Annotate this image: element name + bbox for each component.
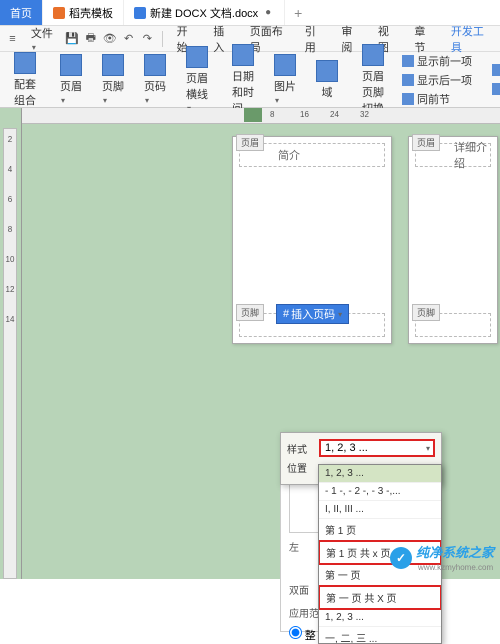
showprev-button[interactable]: 显示前一项 (398, 52, 476, 70)
header-tag: 页眉 (412, 134, 440, 151)
field-icon (316, 60, 338, 82)
style-select[interactable]: 1, 2, 3 ... ▾ (319, 439, 435, 457)
menu-file[interactable]: 文件▾ (23, 25, 62, 53)
ruler-tick: 14 (4, 315, 16, 324)
ribbon-toolbar: 配套组合 页眉▾ 页脚▾ 页码▾ 页眉横线▾ 日期和时间 图片▾ 域 页眉页脚切… (0, 52, 500, 108)
style-option[interactable]: 1, 2, 3 ... (319, 465, 441, 483)
combo-icon (14, 52, 36, 74)
style-option[interactable]: 第 一 页 共 X 页 (318, 585, 442, 610)
ruler-tick: 24 (330, 110, 339, 119)
pagenum-small-icon: # (283, 308, 289, 320)
whole-doc-radio[interactable] (289, 626, 302, 639)
hfswitch-icon (362, 44, 384, 66)
separator (162, 31, 163, 47)
footer-tag: 页脚 (412, 304, 440, 321)
watermark-text: 纯净系统之家 (416, 545, 494, 560)
menu-tab[interactable]: 开发工具 (443, 26, 496, 52)
insert-button[interactable]: 插入 (488, 80, 500, 98)
footer-icon (102, 54, 124, 76)
word-doc-icon (134, 7, 146, 19)
header-icon (60, 54, 82, 76)
page-body[interactable] (409, 173, 497, 307)
style-option[interactable]: - 1 -, - 2 -, - 3 -,... (319, 483, 441, 501)
page-2[interactable]: 页眉 详细介绍 页脚 (408, 136, 498, 344)
next-icon (402, 74, 414, 86)
hline-icon (186, 46, 208, 68)
tab-template-label: 稻壳模板 (69, 5, 113, 21)
style-label: 样式 (287, 441, 315, 456)
page-header-region[interactable]: 页眉 简介 (239, 143, 385, 167)
header-tag: 页眉 (236, 134, 264, 151)
link-icon (402, 93, 414, 105)
style-option[interactable]: 一, 二, 三 ... (319, 627, 441, 644)
picture-icon (274, 54, 296, 76)
ruler-tick: 6 (4, 195, 16, 204)
header-text: 简介 (278, 147, 300, 163)
pagenum-button[interactable]: 页码▾ (138, 52, 172, 108)
whole-label: 整 (305, 630, 316, 642)
hfopt-icon (492, 64, 500, 76)
vertical-ruler[interactable]: 2 4 6 8 10 12 14 (0, 108, 22, 579)
add-tab-button[interactable]: + (285, 0, 311, 25)
style-option[interactable]: I, II, III ... (319, 501, 441, 519)
style-option[interactable]: 1, 2, 3 ... (319, 609, 441, 627)
page-body[interactable] (233, 173, 391, 307)
ruler-tick: 10 (4, 255, 16, 264)
watermark: ✓ 纯净系统之家 www.kzmyhome.com (390, 542, 494, 573)
tab-home-label: 首页 (10, 5, 32, 21)
tab-document[interactable]: 新建 DOCX 文档.docx ● (124, 0, 285, 25)
save-icon[interactable]: 💾 (64, 29, 81, 49)
menu-tab[interactable]: 章节 (406, 26, 441, 52)
template-icon (53, 7, 65, 19)
close-icon[interactable]: ● (262, 7, 274, 19)
ruler-tick: 4 (4, 165, 16, 174)
ruler-tick: 2 (4, 135, 16, 144)
pos-label: 位置 (287, 460, 315, 475)
ruler-tick: 8 (4, 225, 16, 234)
pagenum-icon (144, 54, 166, 76)
combo-button[interactable]: 配套组合 (8, 50, 42, 110)
header-text: 详细介绍 (454, 139, 490, 171)
watermark-sub: www.kzmyhome.com (418, 563, 493, 572)
hline-button[interactable]: 页眉横线▾ (180, 44, 214, 116)
header-button[interactable]: 页眉▾ (54, 52, 88, 108)
preview-icon[interactable]: 👁 (101, 29, 118, 49)
workspace: 2 4 6 8 10 12 14 8 16 24 32 页眉 简介 页脚 # 插 (0, 108, 500, 579)
ruler-indent-marker[interactable] (244, 108, 262, 122)
undo-icon[interactable]: ↶ (120, 29, 137, 49)
redo-icon[interactable]: ↷ (139, 29, 156, 49)
footer-button[interactable]: 页脚▾ (96, 52, 130, 108)
footer-tag: 页脚 (236, 304, 264, 321)
page-footer-region[interactable]: 页脚 (415, 313, 491, 337)
ruler-tick: 8 (270, 110, 274, 119)
chevron-down-icon: ▾ (426, 444, 430, 453)
watermark-icon: ✓ (390, 547, 412, 569)
hfopt-button[interactable]: 页眉 (488, 61, 500, 79)
style-value: 1, 2, 3 ... (325, 442, 368, 454)
page-1[interactable]: 页眉 简介 页脚 # 插入页码▾ (232, 136, 392, 344)
tab-template[interactable]: 稻壳模板 (43, 0, 124, 25)
shownext-button[interactable]: 显示后一项 (398, 71, 476, 89)
page-footer-region[interactable]: 页脚 # 插入页码▾ (239, 313, 385, 337)
hfswitch-button[interactable]: 页眉页脚切换 (356, 42, 390, 118)
ruler-tick: 16 (300, 110, 309, 119)
page-header-region[interactable]: 页眉 详细介绍 (415, 143, 491, 167)
menu-app-icon[interactable]: ≡ (4, 29, 21, 49)
datetime-icon (232, 44, 254, 66)
style-option[interactable]: 第 1 页 (319, 519, 441, 541)
tab-document-label: 新建 DOCX 文档.docx (150, 5, 258, 21)
picture-button[interactable]: 图片▾ (268, 52, 302, 108)
insert-pagenum-button[interactable]: # 插入页码▾ (276, 304, 349, 324)
field-button[interactable]: 域 (310, 58, 344, 102)
horizontal-ruler[interactable]: 8 16 24 32 (22, 108, 500, 124)
insert-icon (492, 83, 500, 95)
tab-home[interactable]: 首页 (0, 0, 43, 25)
prev-icon (402, 55, 414, 67)
menu-tab[interactable]: 引用 (297, 26, 332, 52)
ruler-tick: 12 (4, 285, 16, 294)
sameprev-button[interactable]: 同前节 (398, 90, 476, 108)
print-icon[interactable]: 🖶 (82, 29, 99, 49)
datetime-button[interactable]: 日期和时间 (226, 42, 260, 118)
ruler-tick: 32 (360, 110, 369, 119)
